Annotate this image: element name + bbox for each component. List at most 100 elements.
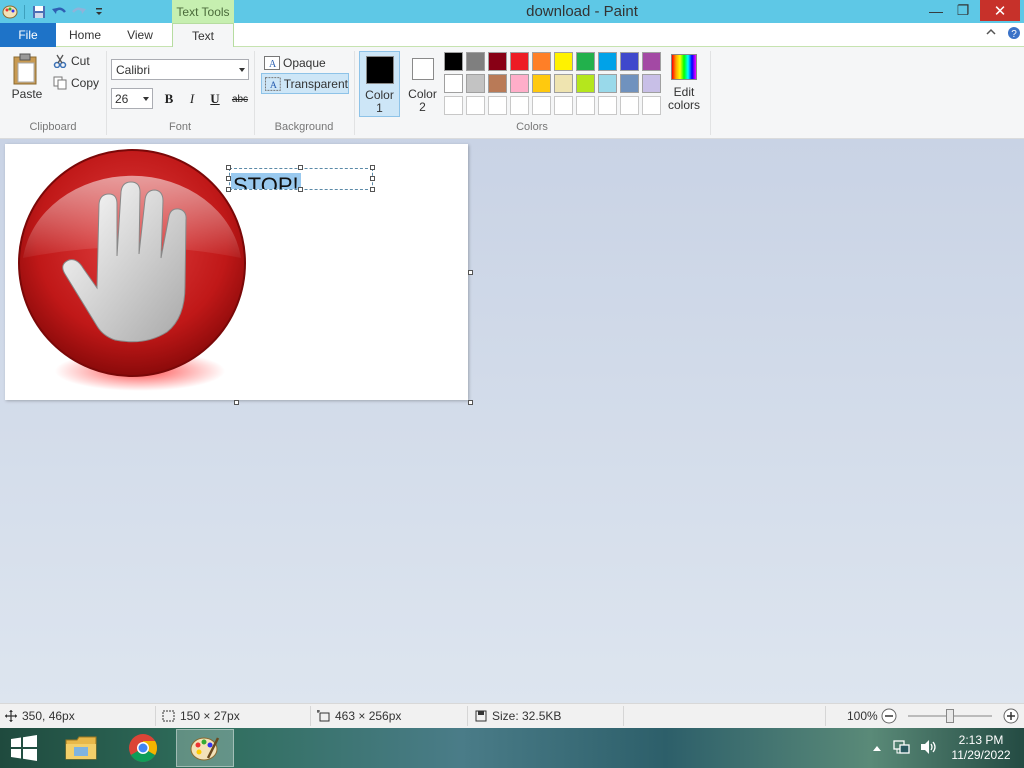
font-size-select[interactable]: 26	[111, 88, 153, 109]
palette-swatch[interactable]	[598, 96, 617, 115]
minimize-button[interactable]: —	[922, 0, 950, 21]
font-size-value: 26	[115, 92, 129, 106]
taskbar-clock[interactable]: 2:13 PM 11/29/2022	[946, 733, 1016, 763]
zoom-in-button[interactable]	[1003, 708, 1024, 724]
palette-swatch[interactable]	[576, 96, 595, 115]
selection-size: 150 × 27px	[162, 709, 240, 723]
status-bar: 350, 46px 150 × 27px 463 × 256px Size: 3…	[0, 703, 1024, 728]
zoom-out-button[interactable]	[881, 708, 902, 724]
taskbar-google-chrome[interactable]	[114, 729, 172, 767]
move-cursor-icon	[5, 710, 17, 722]
canvas-size: 463 × 256px	[317, 709, 401, 723]
bold-button[interactable]: B	[160, 90, 178, 108]
strikethrough-button[interactable]: abc	[229, 90, 251, 108]
resize-handle[interactable]	[370, 187, 375, 192]
resize-handle[interactable]	[370, 176, 375, 181]
palette-swatch[interactable]	[488, 74, 507, 93]
selection-size-value: 150 × 27px	[180, 709, 240, 723]
palette-swatch[interactable]	[510, 52, 529, 71]
palette-swatch[interactable]	[488, 96, 507, 115]
resize-handle[interactable]	[226, 165, 231, 170]
canvas-resize-handle-right[interactable]	[468, 270, 473, 275]
font-family-select[interactable]: Calibri	[111, 59, 249, 80]
underline-button[interactable]: U	[206, 90, 224, 108]
color2-swatch	[411, 58, 434, 80]
palette-swatch[interactable]	[576, 52, 595, 71]
palette-swatch[interactable]	[488, 52, 507, 71]
palette-swatch[interactable]	[532, 96, 551, 115]
volume-icon[interactable]	[920, 739, 938, 758]
copy-button[interactable]: Copy	[53, 76, 99, 90]
close-button[interactable]: ✕	[980, 0, 1020, 21]
palette-swatch[interactable]	[444, 96, 463, 115]
svg-text:A: A	[269, 59, 277, 70]
colors-group-label: Colors	[516, 121, 548, 133]
taskbar-file-explorer[interactable]	[52, 729, 110, 767]
palette-swatch[interactable]	[620, 96, 639, 115]
help-icon[interactable]: ?	[1007, 26, 1021, 44]
palette-swatch[interactable]	[466, 74, 485, 93]
color2-button[interactable]: Color 2	[402, 51, 443, 117]
palette-swatch[interactable]	[642, 52, 661, 71]
start-button[interactable]	[0, 729, 48, 767]
zoom-slider-thumb[interactable]	[946, 709, 954, 723]
palette-swatch[interactable]	[554, 96, 573, 115]
tab-file[interactable]: File	[0, 23, 56, 47]
palette-swatch[interactable]	[554, 52, 573, 71]
canvas-resize-handle-corner[interactable]	[468, 400, 473, 405]
paint-palette-icon	[190, 737, 220, 761]
palette-swatch[interactable]	[620, 74, 639, 93]
font-group-label: Font	[168, 121, 191, 133]
canvas-workspace[interactable]: STOP!	[0, 139, 1024, 703]
canvas-text[interactable]: STOP!	[231, 173, 301, 189]
paste-button[interactable]: Paste	[9, 53, 45, 103]
resize-handle[interactable]	[226, 176, 231, 181]
svg-text:A: A	[270, 79, 278, 90]
folder-icon	[65, 736, 97, 760]
palette-swatch[interactable]	[532, 52, 551, 71]
resize-handle[interactable]	[298, 165, 303, 170]
palette-swatch[interactable]	[620, 52, 639, 71]
canvas-size-value: 463 × 256px	[335, 709, 402, 723]
tab-view[interactable]: View	[115, 23, 165, 47]
resize-handle[interactable]	[298, 187, 303, 192]
palette-swatch[interactable]	[532, 74, 551, 93]
tab-home[interactable]: Home	[60, 23, 110, 47]
taskbar-paint[interactable]	[176, 729, 234, 767]
opaque-icon: A	[264, 55, 280, 70]
opaque-option[interactable]: A Opaque	[261, 52, 349, 73]
canvas-resize-handle-bottom[interactable]	[234, 400, 239, 405]
minimize-ribbon-icon[interactable]	[985, 26, 997, 44]
palette-swatch[interactable]	[510, 74, 529, 93]
palette-swatch[interactable]	[642, 96, 661, 115]
status-separator	[467, 706, 468, 726]
status-separator	[310, 706, 311, 726]
color1-button[interactable]: Color 1	[359, 51, 400, 117]
palette-swatch[interactable]	[444, 74, 463, 93]
edit-colors-button[interactable]: Edit colors	[664, 51, 704, 117]
palette-swatch[interactable]	[444, 52, 463, 71]
palette-swatch[interactable]	[466, 52, 485, 71]
palette-swatch[interactable]	[466, 96, 485, 115]
palette-swatch[interactable]	[642, 74, 661, 93]
cut-button[interactable]: Cut	[53, 54, 90, 68]
palette-swatch[interactable]	[598, 52, 617, 71]
network-icon[interactable]	[892, 739, 910, 758]
palette-swatch[interactable]	[598, 74, 617, 93]
transparent-option[interactable]: A Transparent	[261, 73, 349, 94]
maximize-button[interactable]: ❐	[950, 0, 976, 21]
resize-handle[interactable]	[226, 187, 231, 192]
resize-handle[interactable]	[370, 165, 375, 170]
italic-button[interactable]: I	[183, 90, 201, 108]
show-hidden-icons-icon[interactable]	[872, 741, 882, 755]
system-tray	[872, 728, 938, 768]
palette-swatch[interactable]	[554, 74, 573, 93]
palette-swatch[interactable]	[576, 74, 595, 93]
color1-label: Color 1	[365, 88, 394, 115]
drawing-canvas[interactable]: STOP!	[5, 144, 468, 400]
palette-swatch[interactable]	[510, 96, 529, 115]
paste-label: Paste	[11, 87, 43, 101]
opaque-label: Opaque	[283, 55, 326, 70]
copy-label: Copy	[71, 76, 100, 90]
tab-text[interactable]: Text	[172, 23, 234, 48]
